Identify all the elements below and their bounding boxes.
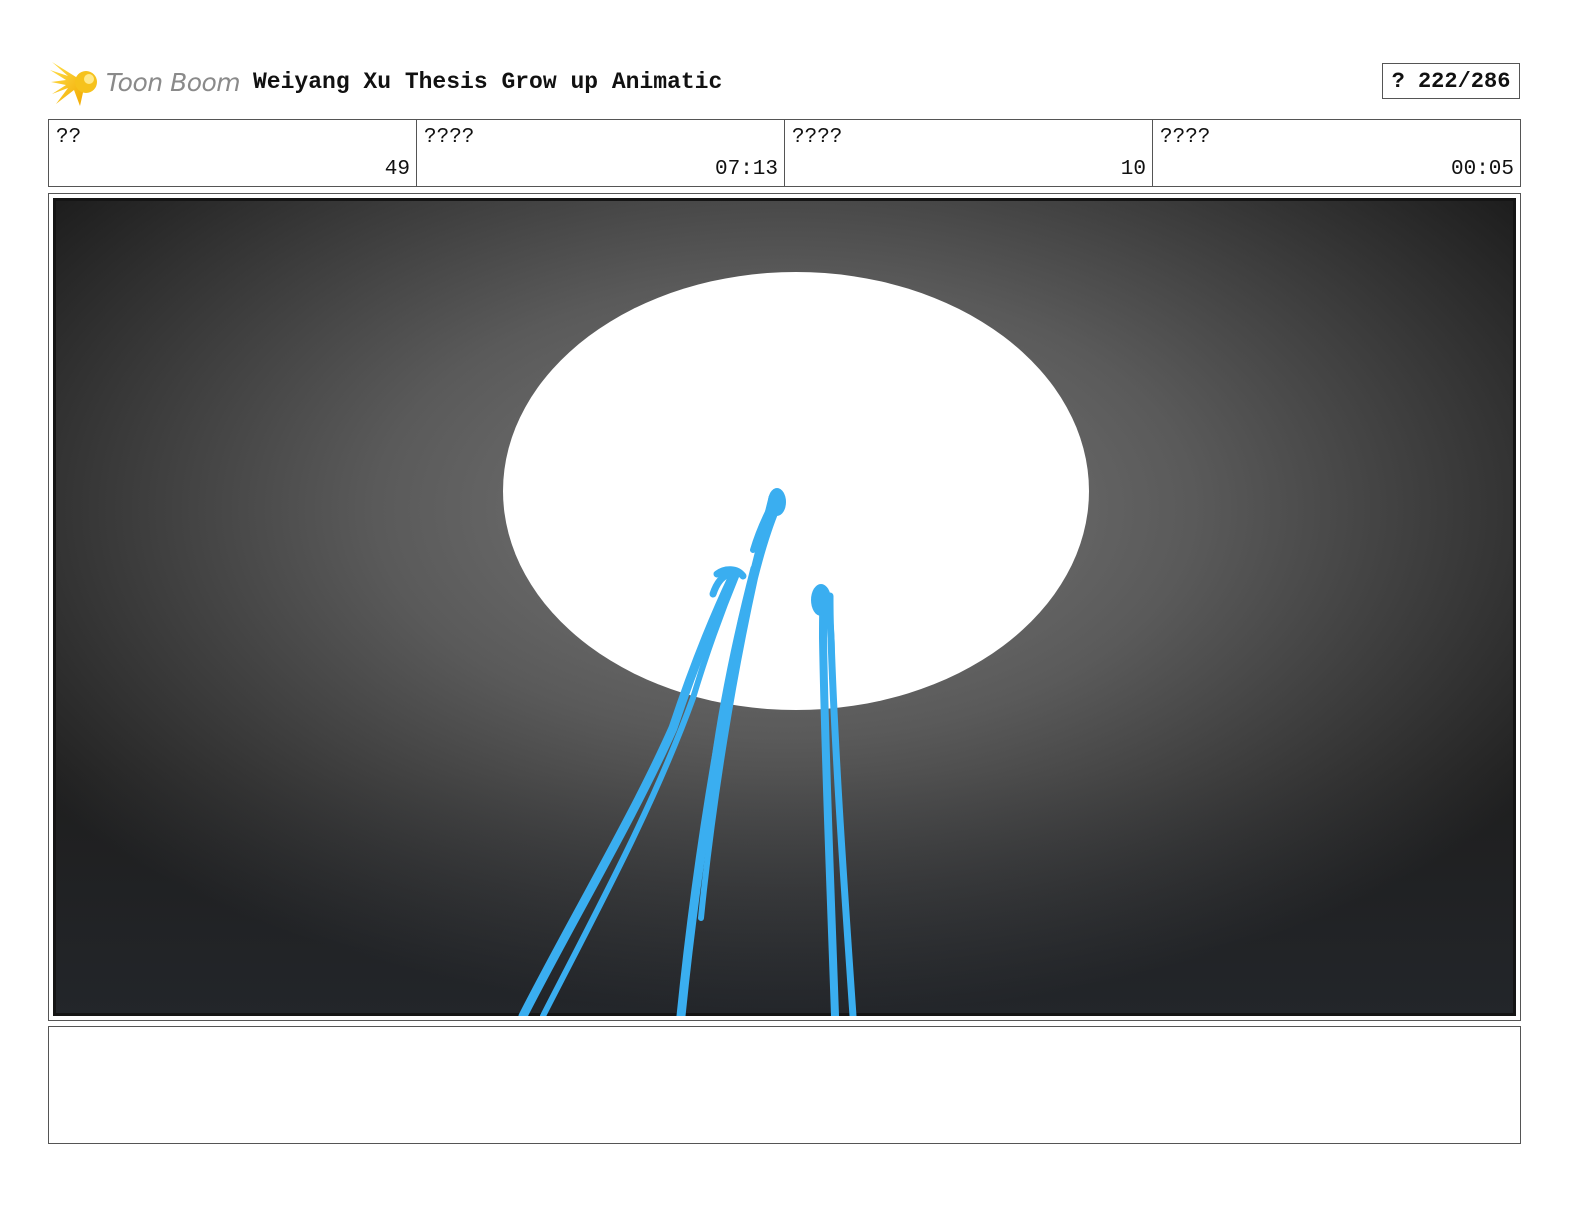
info-label: ???? (424, 126, 475, 149)
page-counter: ? 222/286 (1382, 63, 1520, 99)
info-label: ???? (1160, 126, 1211, 149)
panel-info-row: ?? 49 ???? 07:13 ???? 10 ???? 00:05 (48, 119, 1521, 187)
info-cell-scene-duration: ???? 07:13 (417, 120, 785, 186)
project-title: Weiyang Xu Thesis Grow up Animatic (253, 69, 723, 95)
info-cell-panel-number: ???? 10 (785, 120, 1153, 186)
info-label: ?? (56, 126, 82, 149)
toon-boom-logo: Toon Boom (50, 56, 241, 108)
toon-boom-burst-icon (50, 62, 97, 106)
info-value: 10 (1120, 158, 1146, 181)
info-cell-panel: ?? 49 (49, 120, 417, 186)
info-value: 49 (384, 158, 410, 181)
info-label: ???? (792, 126, 843, 149)
light-ellipse (503, 272, 1089, 710)
panel-notes (48, 1026, 1521, 1144)
info-value: 07:13 (714, 158, 778, 181)
info-value: 00:05 (1450, 158, 1514, 181)
panel-drawing (53, 198, 1516, 1016)
logo-wordmark: Toon Boom (106, 67, 241, 97)
storyboard-panel (48, 193, 1521, 1021)
info-cell-panel-duration: ???? 00:05 (1153, 120, 1520, 186)
